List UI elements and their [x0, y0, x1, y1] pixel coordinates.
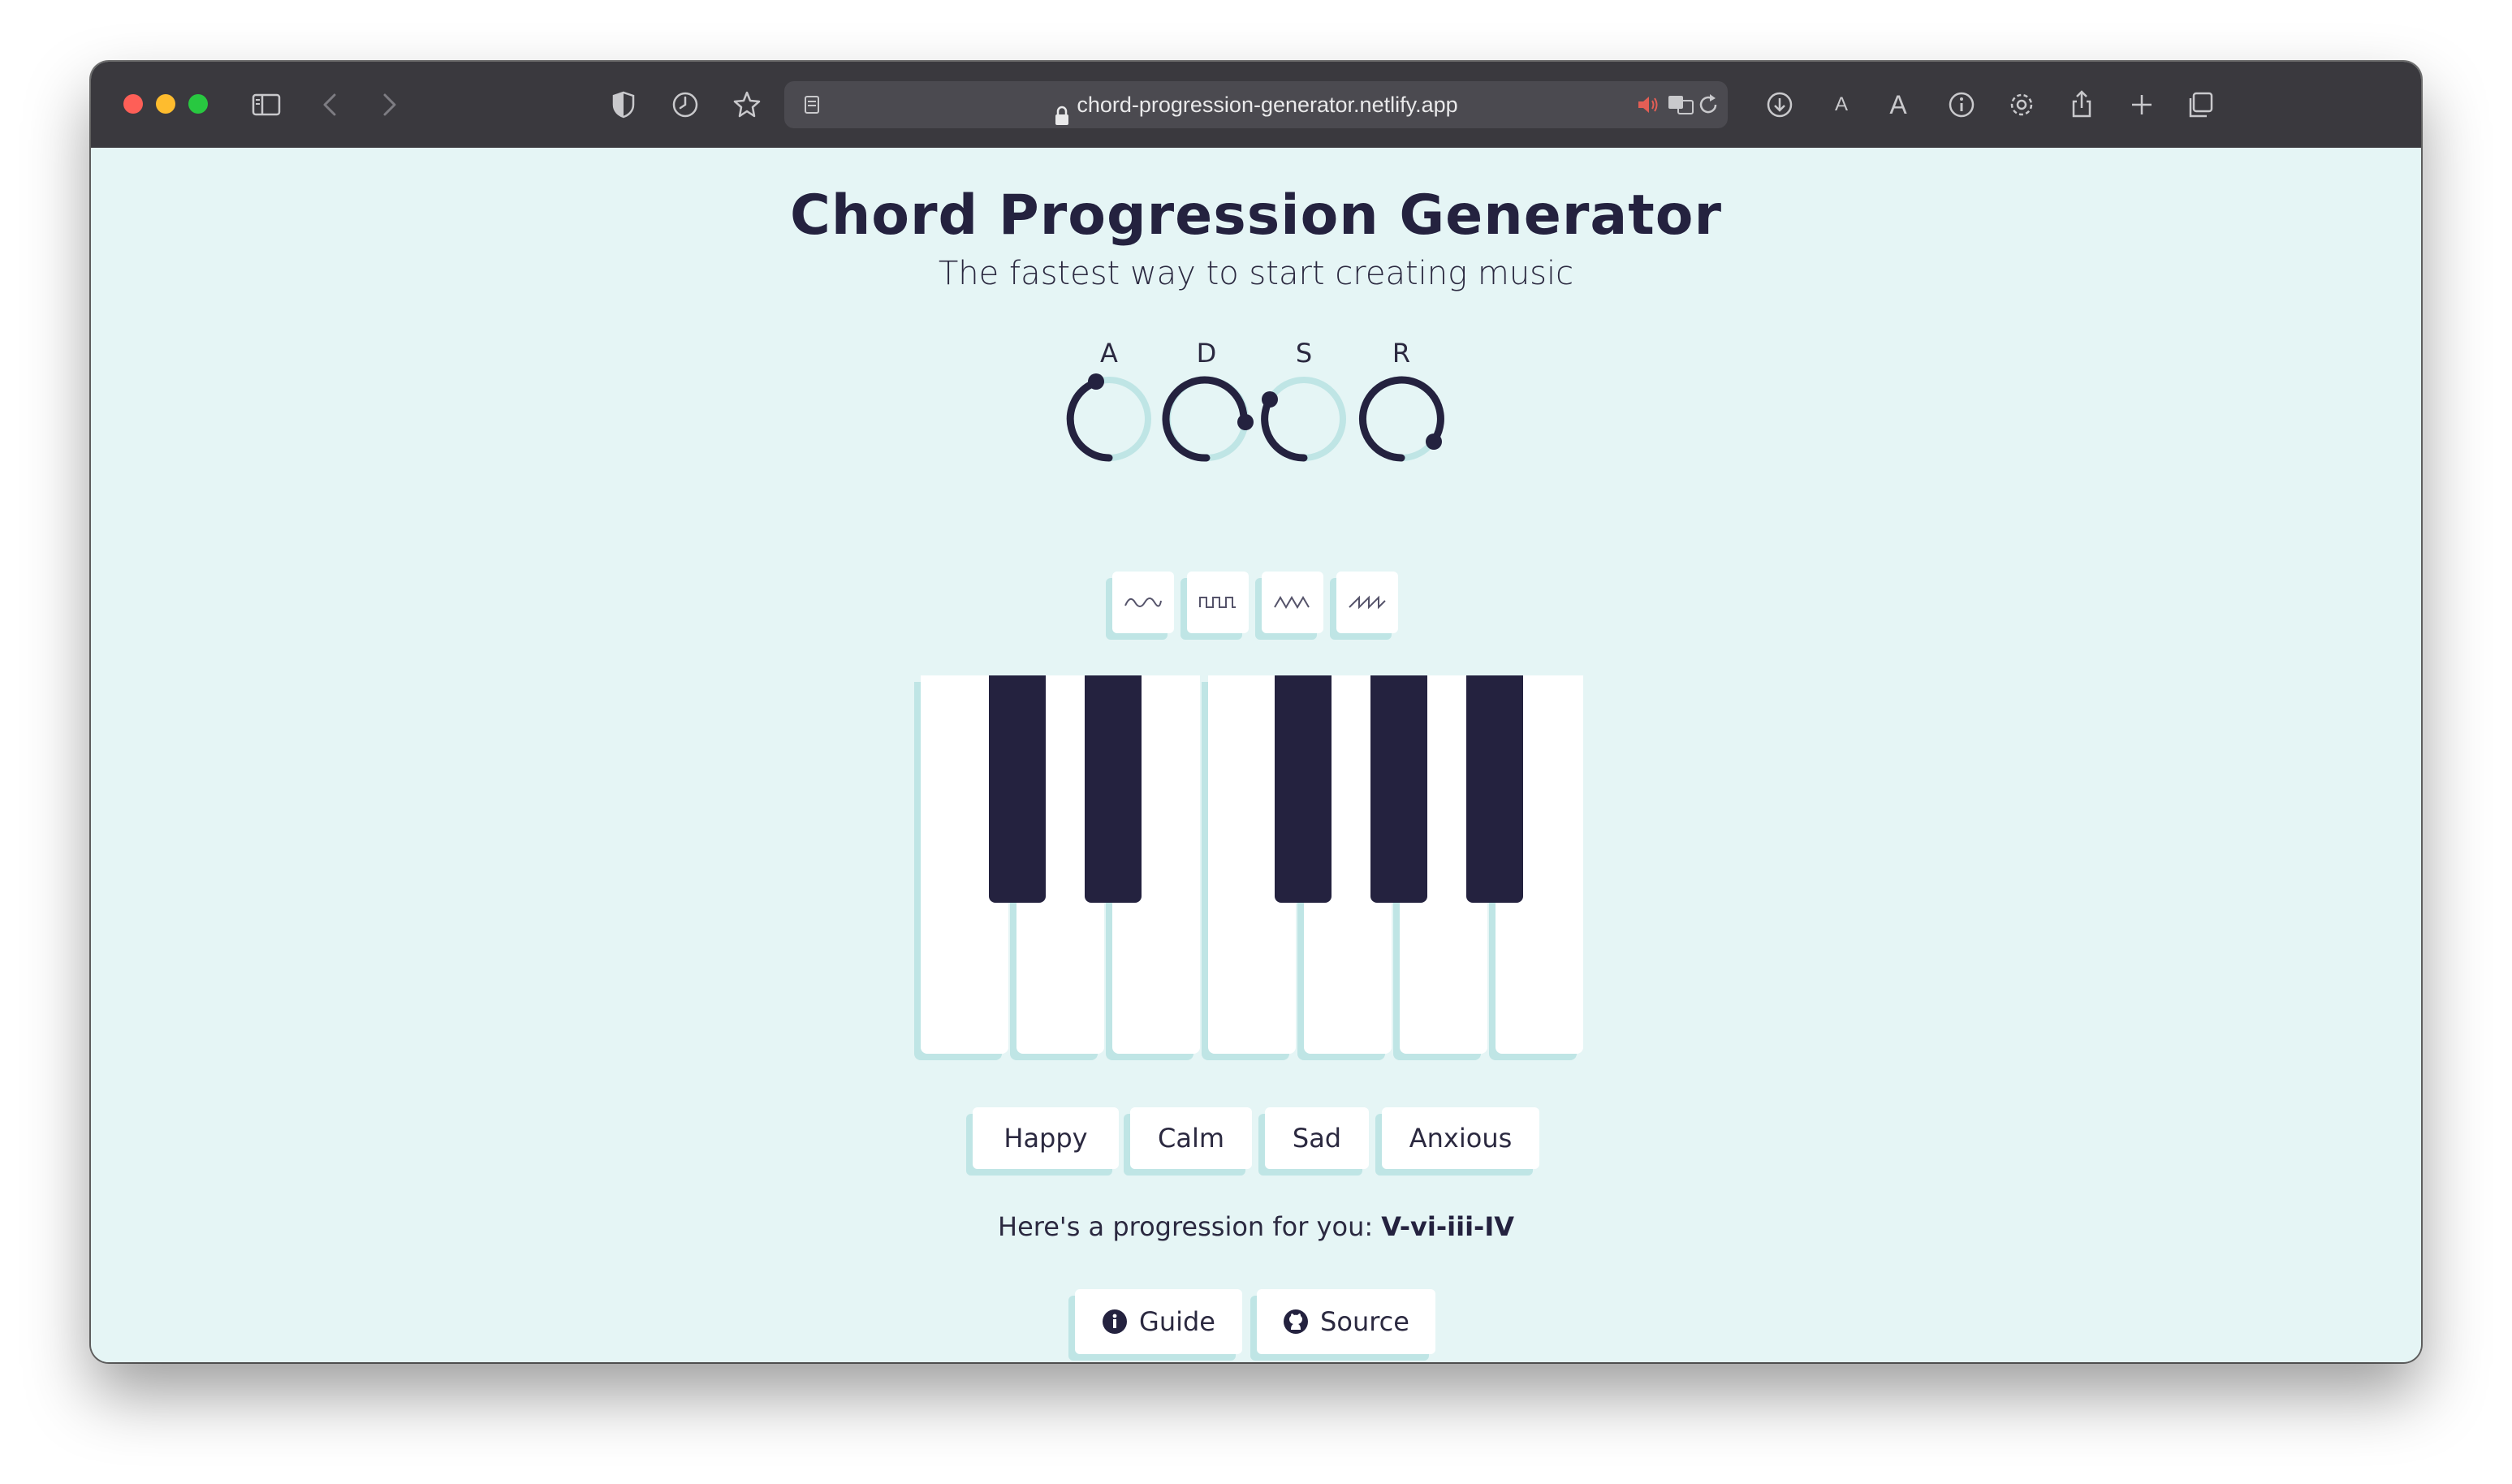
black-key-g-sharp[interactable]	[1370, 675, 1427, 903]
decay-knob[interactable]	[1158, 370, 1255, 468]
square-wave-button[interactable]	[1187, 572, 1249, 633]
square-wave-icon	[1199, 597, 1236, 608]
reload-icon[interactable]	[1692, 88, 1724, 121]
guide-label: Guide	[1139, 1306, 1215, 1337]
release-knob[interactable]	[1353, 370, 1450, 468]
page-subtitle: The fastest way to start creating music	[938, 255, 1574, 292]
minimize-window-button[interactable]	[156, 94, 175, 114]
share-icon[interactable]	[2065, 88, 2098, 121]
browser-toolbar: chord-progression-generator.netlify.app …	[91, 62, 2421, 149]
text-smaller-icon[interactable]: A	[1825, 88, 1858, 121]
progression-result: Here's a progression for you: V-vi-iii-I…	[91, 1211, 2421, 1242]
shield-icon[interactable]	[607, 88, 640, 121]
close-window-button[interactable]	[123, 94, 143, 114]
mood-button-calm[interactable]: Calm	[1130, 1107, 1252, 1169]
text-larger-icon[interactable]: A	[1882, 88, 1914, 121]
mood-button-anxious[interactable]: Anxious	[1382, 1107, 1539, 1169]
address-bar[interactable]: chord-progression-generator.netlify.app	[784, 81, 1728, 128]
mute-icon[interactable]	[1632, 88, 1664, 121]
github-icon	[1284, 1309, 1309, 1334]
piano-keyboard	[921, 675, 1588, 1060]
history-icon[interactable]	[669, 88, 701, 121]
mood-button-sad[interactable]: Sad	[1265, 1107, 1369, 1169]
mood-button-happy[interactable]: Happy	[973, 1107, 1119, 1169]
new-tab-icon[interactable]	[2126, 88, 2158, 121]
guide-button[interactable]: Guide	[1075, 1289, 1242, 1354]
zoom-window-button[interactable]	[188, 94, 208, 114]
forward-icon[interactable]	[372, 88, 404, 121]
star-icon[interactable]	[731, 88, 763, 121]
back-icon[interactable]	[315, 88, 347, 121]
sustain-knob[interactable]	[1255, 370, 1353, 468]
info-circle-icon	[1103, 1309, 1128, 1334]
sawtooth-wave-button[interactable]	[1336, 572, 1398, 633]
knob-label-attack: A	[1100, 338, 1118, 369]
download-icon[interactable]	[1763, 88, 1796, 121]
black-key-f-sharp[interactable]	[1275, 675, 1332, 903]
attack-knob[interactable]	[1060, 370, 1158, 468]
page-content: Chord Progression Generator The fastest …	[91, 148, 2421, 1362]
sawtooth-wave-icon	[1349, 595, 1386, 610]
url-label: chord-progression-generator.netlify.app	[1077, 93, 1458, 117]
triangle-wave-button[interactable]	[1262, 572, 1323, 633]
black-key-a-sharp[interactable]	[1466, 675, 1523, 903]
browser-window: chord-progression-generator.netlify.app …	[91, 62, 2421, 1362]
info-icon[interactable]	[1945, 88, 1978, 121]
gear-icon[interactable]	[2005, 88, 2038, 121]
triangle-wave-icon	[1274, 596, 1310, 609]
source-button[interactable]: Source	[1257, 1289, 1435, 1354]
knob-label-release: R	[1392, 338, 1411, 369]
page-title: Chord Progression Generator	[789, 183, 1723, 248]
black-key-d-sharp[interactable]	[1085, 675, 1142, 903]
knob-label-sustain: S	[1295, 338, 1313, 369]
knob-label-decay: D	[1196, 338, 1217, 369]
tabs-overview-icon[interactable]	[2184, 88, 2216, 121]
sine-wave-icon	[1124, 597, 1162, 607]
source-label: Source	[1320, 1306, 1409, 1337]
sidebar-icon[interactable]	[250, 88, 283, 121]
sine-wave-button[interactable]	[1112, 572, 1174, 633]
progression-prefix: Here's a progression for you:	[998, 1211, 1382, 1242]
url-text: chord-progression-generator.netlify.app	[784, 81, 1728, 128]
lock-icon	[1054, 96, 1070, 125]
progression-value: V-vi-iii-IV	[1381, 1211, 1514, 1242]
black-key-c-sharp[interactable]	[989, 675, 1046, 903]
